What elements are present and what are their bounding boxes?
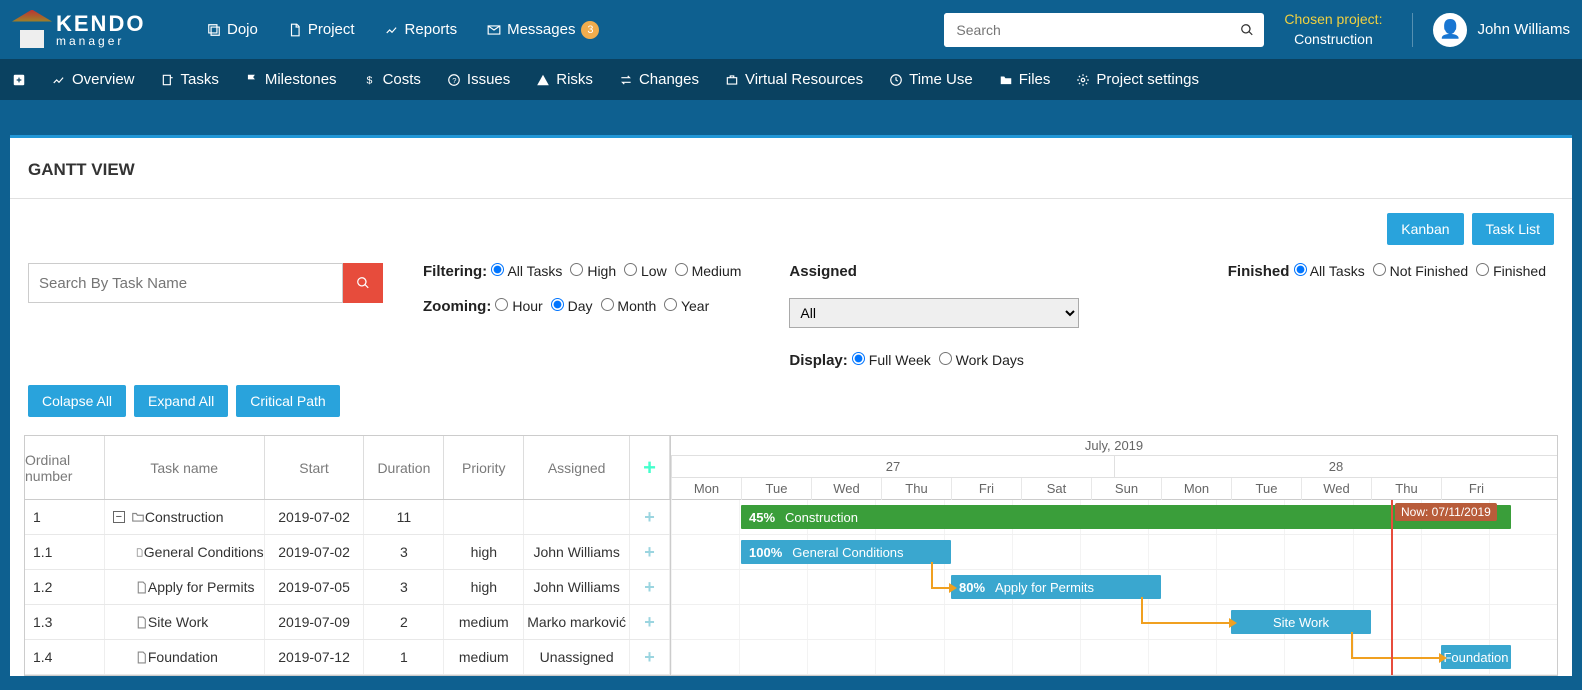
- chosen-project-label: Chosen project:: [1284, 10, 1382, 30]
- zooming-opt-0[interactable]: Hour: [495, 298, 542, 314]
- nav-dojo[interactable]: Dojo: [207, 21, 258, 39]
- finished-opt-2[interactable]: Finished: [1476, 263, 1546, 279]
- day-header: Mon: [1161, 478, 1231, 500]
- add-column-icon[interactable]: +: [630, 436, 670, 499]
- filtering-label: Filtering:: [423, 263, 491, 280]
- day-header: Tue: [1231, 478, 1301, 500]
- day-header: Fri: [951, 478, 1021, 500]
- col-header-0: Ordinal number: [25, 436, 105, 499]
- messages-badge: 3: [581, 21, 599, 39]
- subnav-time-use[interactable]: Time Use: [889, 71, 973, 88]
- day-header: Wed: [1301, 478, 1371, 500]
- subnav-tasks[interactable]: Tasks: [161, 71, 219, 88]
- svg-text:$: $: [366, 74, 372, 86]
- zooming-opt-3[interactable]: Year: [664, 298, 709, 314]
- week-header: 27: [671, 456, 1114, 477]
- now-label: Now: 07/11/2019: [1395, 503, 1497, 521]
- subnav-virtual-resources[interactable]: Virtual Resources: [725, 71, 863, 88]
- table-row[interactable]: 1.1 General Conditions2019-07-023highJoh…: [25, 535, 670, 570]
- day-header: Thu: [881, 478, 951, 500]
- avatar: 👤: [1433, 13, 1467, 47]
- gantt-bar[interactable]: 100%General Conditions: [741, 540, 951, 564]
- col-header-5: Assigned: [524, 436, 630, 499]
- filtering-opt-2[interactable]: Low: [624, 263, 667, 279]
- user-name: John Williams: [1477, 21, 1570, 38]
- col-header-2: Start: [265, 436, 365, 499]
- week-header: 28: [1114, 456, 1557, 477]
- zooming-opt-2[interactable]: Month: [601, 298, 657, 314]
- zooming-opt-1[interactable]: Day: [551, 298, 593, 314]
- subnav-risks[interactable]: Risks: [536, 71, 593, 88]
- critical-path-button[interactable]: Critical Path: [236, 385, 339, 417]
- day-header: Sat: [1021, 478, 1091, 500]
- display-label: Display:: [789, 352, 852, 369]
- subnav-add[interactable]: [12, 73, 26, 87]
- add-row-icon[interactable]: +: [630, 570, 670, 604]
- day-header: Fri: [1441, 478, 1511, 500]
- finished-opt-1[interactable]: Not Finished: [1373, 263, 1468, 279]
- task-search-input[interactable]: [28, 263, 343, 303]
- gantt-month: July, 2019: [671, 436, 1557, 456]
- filtering-opt-1[interactable]: High: [570, 263, 616, 279]
- expand-all-button[interactable]: Expand All: [134, 385, 228, 417]
- subnav-project-settings[interactable]: Project settings: [1076, 71, 1199, 88]
- task-list-button[interactable]: Task List: [1472, 213, 1554, 245]
- zooming-label: Zooming:: [423, 298, 495, 315]
- nav-project[interactable]: Project: [288, 21, 355, 39]
- task-search-button[interactable]: [343, 263, 383, 303]
- nav-reports[interactable]: Reports: [385, 21, 458, 39]
- chosen-project-value: Construction: [1284, 30, 1382, 50]
- collapse-all-button[interactable]: Colapse All: [28, 385, 126, 417]
- assigned-select[interactable]: All: [789, 298, 1079, 328]
- logo-text-1: KENDO: [56, 13, 145, 35]
- day-header: Wed: [811, 478, 881, 500]
- gantt-bar[interactable]: Foundation: [1441, 645, 1511, 669]
- subnav-files[interactable]: Files: [999, 71, 1051, 88]
- finished-label: Finished: [1228, 263, 1294, 280]
- day-header: Mon: [671, 478, 741, 500]
- global-search[interactable]: [944, 13, 1264, 47]
- kanban-button[interactable]: Kanban: [1387, 213, 1463, 245]
- gantt-bar[interactable]: 80%Apply for Permits: [951, 575, 1161, 599]
- finished-opt-0[interactable]: All Tasks: [1294, 263, 1365, 279]
- expand-icon[interactable]: −: [113, 511, 125, 523]
- subnav-costs[interactable]: $Costs: [363, 71, 421, 88]
- filtering-opt-3[interactable]: Medium: [675, 263, 742, 279]
- col-header-3: Duration: [364, 436, 444, 499]
- nav-messages[interactable]: Messages3: [487, 21, 599, 39]
- page-title: GANTT VIEW: [10, 150, 1572, 199]
- chosen-project: Chosen project: Construction: [1284, 10, 1382, 49]
- day-header: Tue: [741, 478, 811, 500]
- svg-text:?: ?: [452, 75, 456, 84]
- subnav-issues[interactable]: ?Issues: [447, 71, 510, 88]
- logo-text-2: manager: [56, 35, 145, 47]
- global-search-input[interactable]: [944, 13, 1230, 47]
- add-row-icon[interactable]: +: [630, 535, 670, 569]
- day-header: Sun: [1091, 478, 1161, 500]
- subnav-milestones[interactable]: Milestones: [245, 71, 337, 88]
- now-line: [1391, 500, 1393, 675]
- logo[interactable]: KENDO manager: [12, 7, 167, 52]
- subnav-changes[interactable]: Changes: [619, 71, 699, 88]
- table-row[interactable]: 1− Construction2019-07-0211+: [25, 500, 670, 535]
- user-menu[interactable]: 👤 John Williams: [1412, 13, 1570, 47]
- search-icon[interactable]: [1230, 13, 1264, 47]
- assigned-label: Assigned: [789, 263, 1079, 280]
- col-header-4: Priority: [444, 436, 524, 499]
- table-row[interactable]: 1.4 Foundation2019-07-121mediumUnassigne…: [25, 640, 670, 675]
- day-header: Thu: [1371, 478, 1441, 500]
- add-row-icon[interactable]: +: [630, 500, 670, 534]
- subnav-overview[interactable]: Overview: [52, 71, 135, 88]
- display-opt-0[interactable]: Full Week: [852, 352, 931, 368]
- filtering-opt-0[interactable]: All Tasks: [491, 263, 562, 279]
- table-row[interactable]: 1.2 Apply for Permits2019-07-053highJohn…: [25, 570, 670, 605]
- col-header-1: Task name: [105, 436, 265, 499]
- gantt-bar[interactable]: Site Work: [1231, 610, 1371, 634]
- add-row-icon[interactable]: +: [630, 605, 670, 639]
- table-row[interactable]: 1.3 Site Work2019-07-092mediumMarko mark…: [25, 605, 670, 640]
- display-opt-1[interactable]: Work Days: [939, 352, 1024, 368]
- add-row-icon[interactable]: +: [630, 640, 670, 674]
